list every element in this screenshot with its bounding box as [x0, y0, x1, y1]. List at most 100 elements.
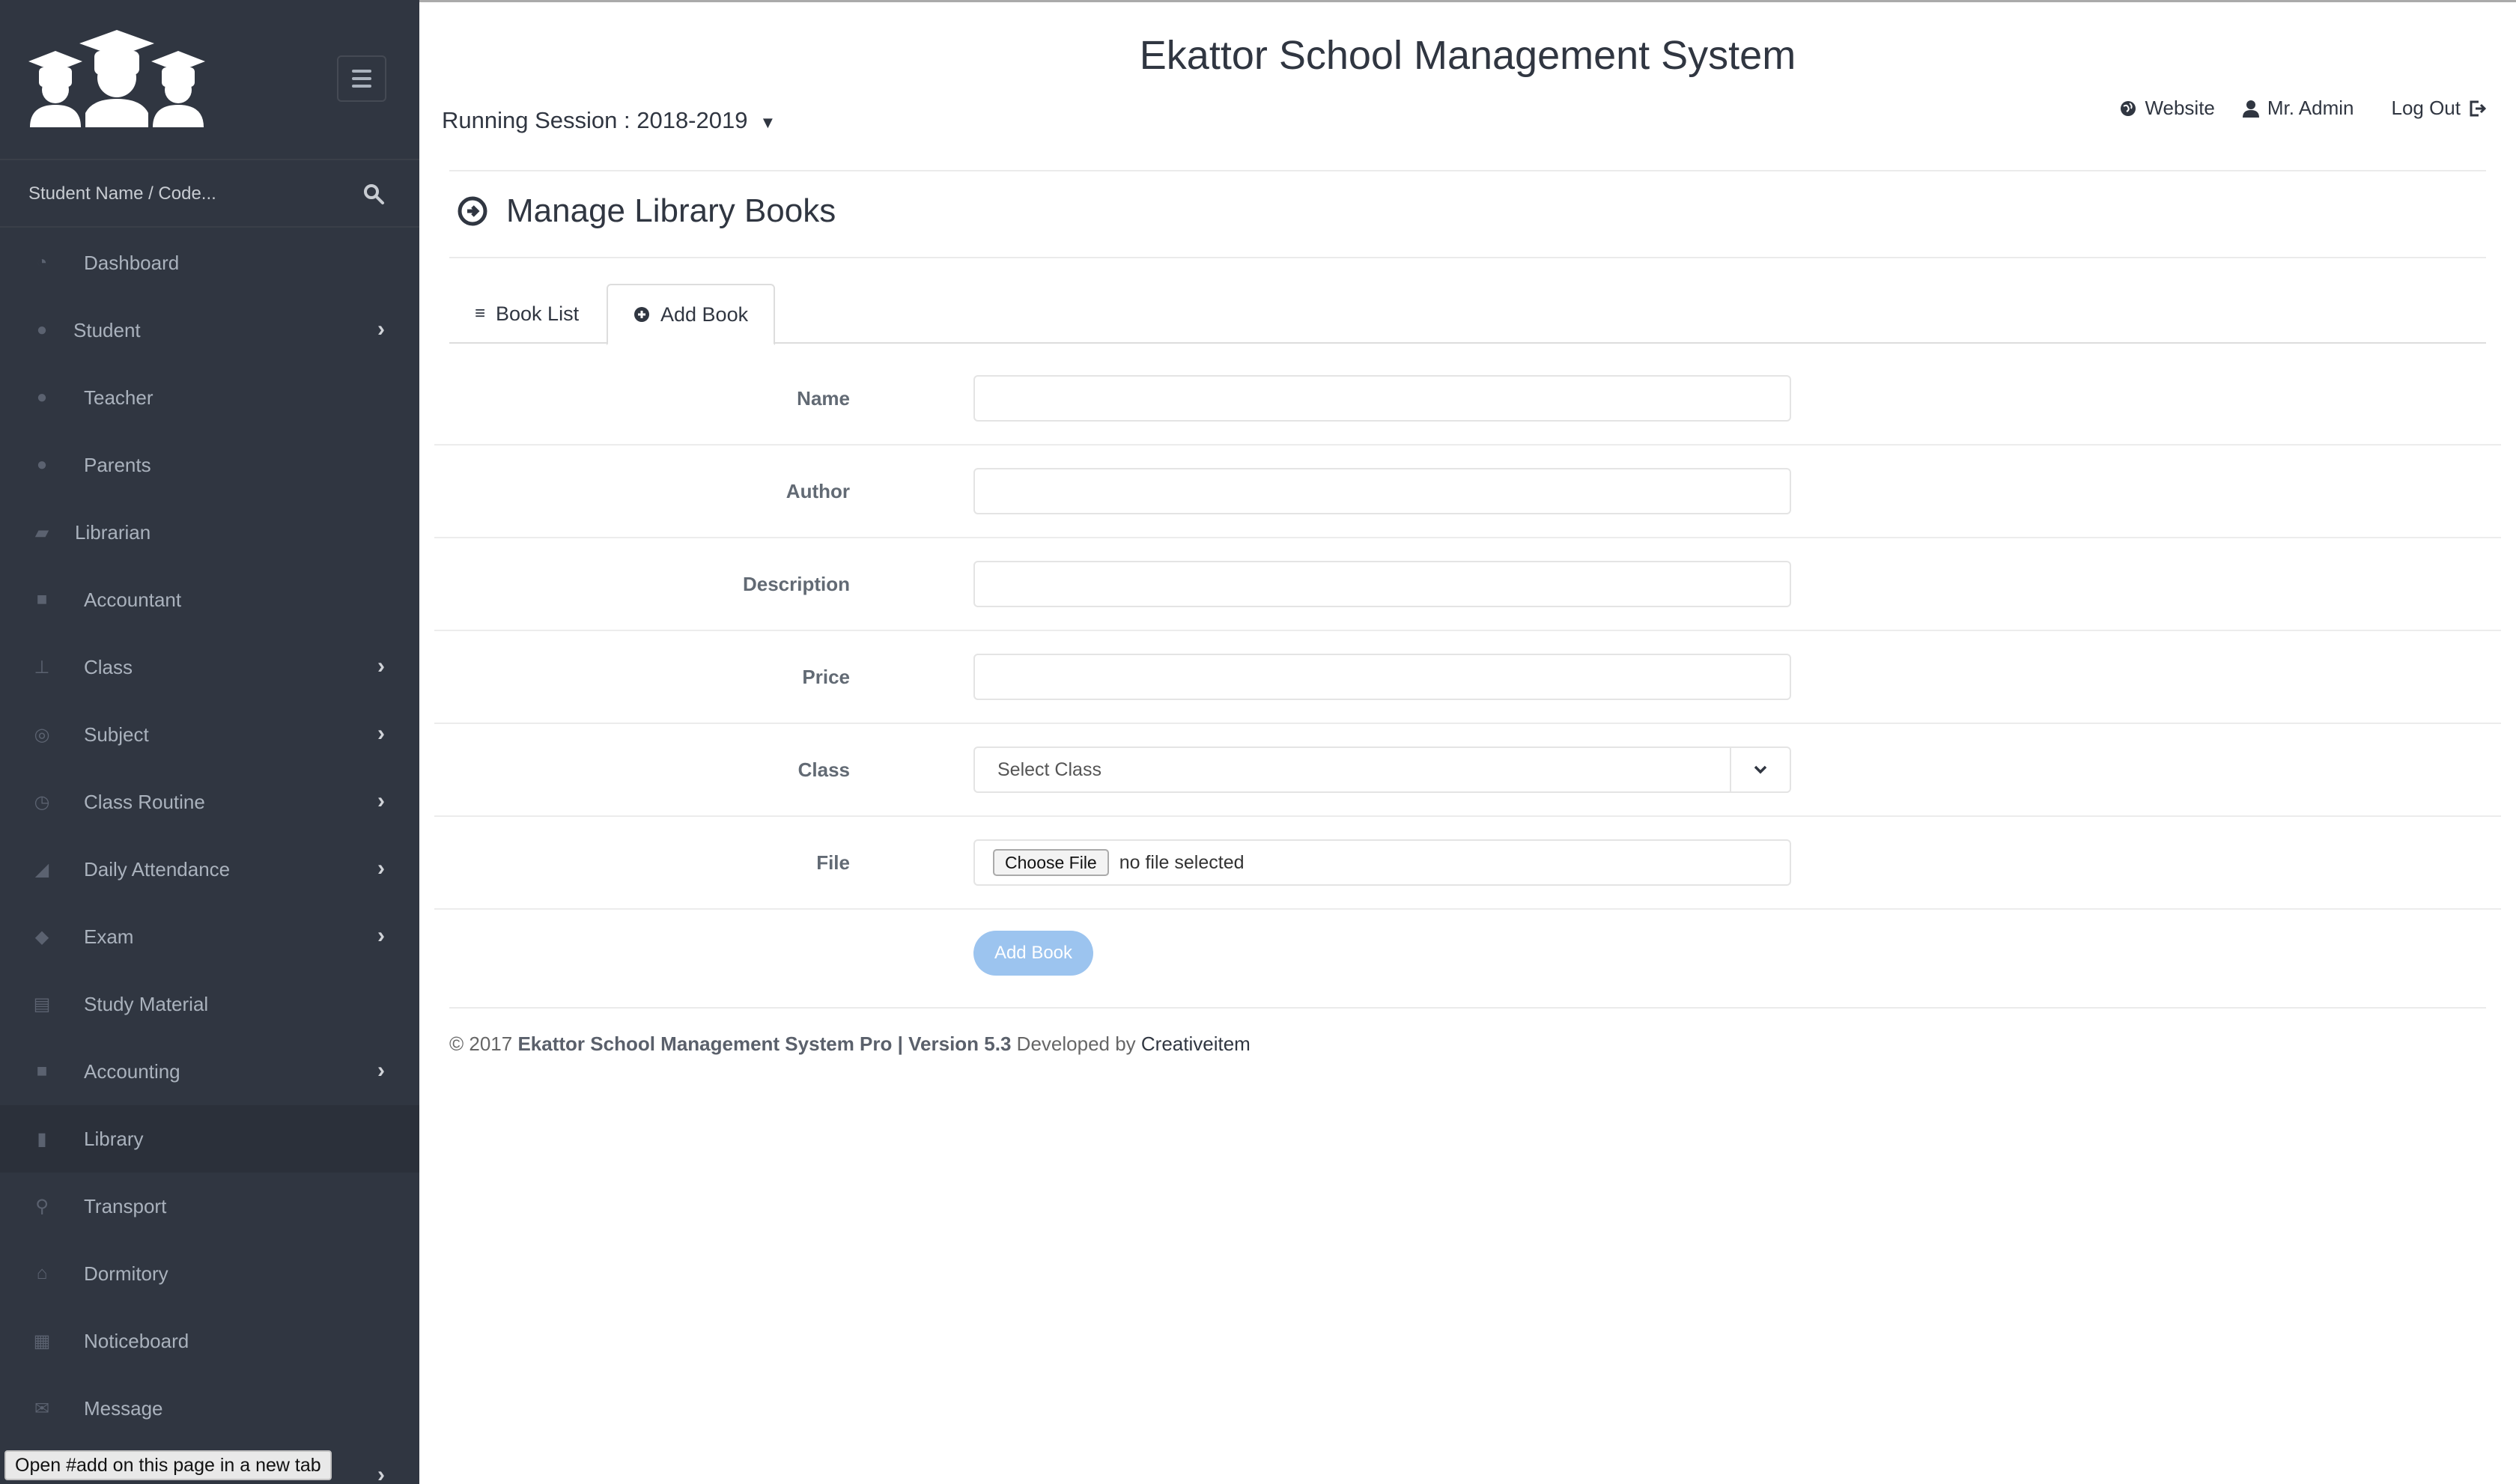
home-icon: ⌂	[36, 1263, 48, 1283]
sidebar-item-class[interactable]: ⊥ Class ›	[0, 633, 419, 701]
graduation-icon: ◆	[34, 926, 49, 947]
chevron-right-icon: ›	[377, 923, 385, 948]
price-row: Price	[434, 631, 2501, 724]
file-row: File Choose File no file selected	[434, 817, 2501, 910]
sitemap-icon: ⊥	[34, 657, 50, 678]
sidebar-item-student[interactable]: ● Student ›	[0, 297, 419, 364]
author-label: Author	[786, 480, 850, 502]
sidebar-item-accountant[interactable]: ■ Accountant	[0, 566, 419, 633]
sidebar-item-transport[interactable]: ⚲ Transport	[0, 1173, 419, 1240]
description-field[interactable]	[973, 561, 1791, 607]
price-label: Price	[802, 666, 850, 688]
graduation-logo-icon[interactable]	[27, 30, 207, 127]
logout-link[interactable]: Log Out	[2391, 97, 2486, 120]
chevron-right-icon: ›	[377, 788, 385, 813]
menu-toggle-button[interactable]	[337, 55, 386, 102]
author-row: Author	[434, 445, 2501, 538]
sidebar-item-librarian[interactable]: ▰ Librarian	[0, 499, 419, 566]
sidebar-item-exam[interactable]: ◆ Exam ›	[0, 903, 419, 970]
chevron-right-icon: ›	[377, 721, 385, 746]
file-input: Choose File no file selected	[973, 839, 1791, 886]
class-label: Class	[797, 758, 850, 781]
sidebar-item-label: Exam	[84, 925, 134, 948]
sidebar-item-dormitory[interactable]: ⌂ Dormitory	[0, 1240, 419, 1307]
divider	[449, 1007, 2486, 1009]
sidebar-item-parents[interactable]: ● Parents	[0, 431, 419, 499]
sidebar-item-message[interactable]: ✉ Message	[0, 1375, 419, 1442]
tab-book-list[interactable]: ≡ Book List	[449, 284, 604, 344]
logout-icon	[2470, 100, 2486, 116]
chevron-down-icon[interactable]	[1730, 748, 1790, 791]
sidebar-item-label: Dashboard	[84, 251, 180, 274]
open-book-icon: ▤	[33, 994, 51, 1015]
developer-link[interactable]: Creativeitem	[1141, 1033, 1251, 1055]
list-icon: ≡	[475, 303, 486, 323]
users-icon: ●	[36, 320, 48, 340]
user-menu[interactable]: Mr. Admin	[2242, 97, 2354, 120]
sidebar-item-label: Transport	[84, 1194, 167, 1217]
tab-label: Book List	[496, 302, 580, 325]
sidebar-item-teacher[interactable]: ● Teacher	[0, 364, 419, 431]
chart-icon: ◢	[34, 859, 49, 880]
sidebar-item-label: Teacher	[84, 386, 154, 409]
divider	[449, 170, 2486, 171]
class-select[interactable]: Select Class	[973, 746, 1791, 793]
sidebar-item-noticeboard[interactable]: ▦ Noticeboard	[0, 1307, 419, 1375]
sidebar-item-label: Student	[73, 318, 141, 341]
tab-label: Add Book	[660, 302, 749, 326]
sidebar-item-label: Librarian	[75, 520, 151, 544]
briefcase-icon: ■	[36, 589, 48, 609]
website-label: Website	[2145, 97, 2215, 119]
session-selector[interactable]: Running Session : 2018-2019 ▼	[442, 107, 776, 134]
tab-add-book[interactable]: Add Book	[607, 284, 776, 345]
sidebar-item-label: Subject	[84, 723, 149, 746]
sidebar-item-label: Study Material	[84, 992, 209, 1015]
sidebar-item-study-material[interactable]: ▤ Study Material	[0, 970, 419, 1038]
sidebar-item-label: Accounting	[84, 1059, 180, 1083]
sidebar-item-label: Noticeboard	[84, 1329, 189, 1352]
sidebar-item-label: Message	[84, 1396, 163, 1420]
sidebar-item-label: Dormitory	[84, 1262, 168, 1285]
name-label: Name	[797, 387, 850, 410]
book-icon: ▰	[34, 522, 49, 543]
user-icon	[2242, 100, 2259, 118]
globe-icon	[2121, 100, 2136, 116]
description-label: Description	[742, 573, 850, 595]
sidebar-item-label: Class Routine	[84, 790, 205, 813]
class-row: Class Select Class	[434, 724, 2501, 817]
chevron-right-icon: ›	[377, 1058, 385, 1083]
footer-dev-text: Developed by	[1016, 1033, 1136, 1055]
author-field[interactable]	[973, 468, 1791, 514]
sidebar-item-label: Accountant	[84, 588, 182, 611]
page-title-text: Manage Library Books	[506, 192, 836, 229]
sidebar-item-label: Daily Attendance	[84, 857, 231, 881]
price-field[interactable]	[973, 654, 1791, 700]
subject-icon: ◎	[34, 724, 50, 745]
sidebar-item-subject[interactable]: ◎ Subject ›	[0, 701, 419, 768]
chevron-right-icon: ›	[377, 317, 385, 341]
sidebar-nav: ◔ Dashboard ● Student › ● Teacher ● Pare…	[0, 229, 419, 1484]
name-field[interactable]	[973, 375, 1791, 422]
chevron-right-icon: ›	[377, 1462, 385, 1484]
header-links: Website Mr. Admin Log Out	[2119, 97, 2486, 120]
sidebar: ◔ Dashboard ● Student › ● Teacher ● Pare…	[0, 0, 419, 1484]
file-status: no file selected	[1119, 851, 1245, 873]
file-label: File	[816, 851, 850, 874]
search-icon[interactable]	[362, 183, 385, 205]
student-search-input[interactable]	[28, 175, 343, 213]
choose-file-button[interactable]: Choose File	[993, 849, 1109, 876]
website-link[interactable]: Website	[2119, 97, 2215, 120]
sidebar-item-daily-attendance[interactable]: ◢ Daily Attendance ›	[0, 836, 419, 903]
link-status-tooltip: Open #add on this page in a new tab	[4, 1450, 332, 1480]
add-book-button[interactable]: Add Book	[973, 931, 1093, 976]
sidebar-item-class-routine[interactable]: ◷ Class Routine ›	[0, 768, 419, 836]
footer-copyright: © 2017	[449, 1033, 513, 1055]
sidebar-item-dashboard[interactable]: ◔ Dashboard	[0, 229, 419, 297]
sidebar-item-accounting[interactable]: ■ Accounting ›	[0, 1038, 419, 1105]
tab-bar: ≡ Book List Add Book	[449, 284, 2486, 345]
session-label: Running Session : 2018-2019	[442, 107, 748, 133]
description-row: Description	[434, 538, 2501, 631]
mail-icon: ✉	[34, 1398, 50, 1419]
footer-version: Version 5.3	[908, 1033, 1012, 1055]
sidebar-item-library[interactable]: ▮ Library	[0, 1105, 419, 1173]
